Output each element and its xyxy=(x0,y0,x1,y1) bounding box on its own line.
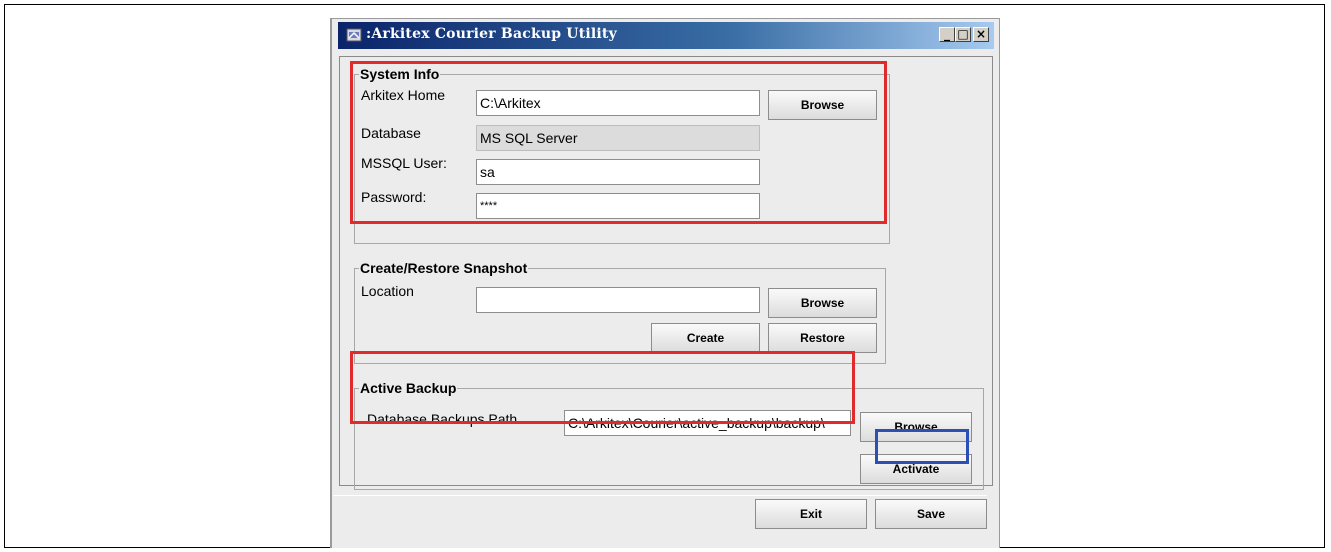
minimize-icon: _ xyxy=(944,27,950,41)
close-icon: × xyxy=(975,27,987,41)
save-button[interactable]: Save xyxy=(875,499,987,529)
location-field[interactable] xyxy=(476,287,760,313)
create-button[interactable]: Create xyxy=(651,323,760,353)
activate-highlight xyxy=(875,429,969,464)
snapshot-browse-button[interactable]: Browse xyxy=(768,288,877,318)
exit-button[interactable]: Exit xyxy=(755,499,867,529)
snapshot-legend: Create/Restore Snapshot xyxy=(359,260,529,276)
maximize-icon: □ xyxy=(957,27,969,41)
window-title: :Arkitex Courier Backup Utility xyxy=(366,26,617,42)
snapshot-group: Create/Restore Snapshot Location Browse … xyxy=(354,260,886,364)
minimize-button[interactable]: _ xyxy=(939,27,955,42)
restore-button[interactable]: Restore xyxy=(768,323,877,353)
title-bar[interactable]: :Arkitex Courier Backup Utility _ □ × xyxy=(338,22,994,49)
system-info-highlight xyxy=(350,61,887,224)
maximize-button[interactable]: □ xyxy=(955,27,971,42)
app-window-icon xyxy=(346,28,362,42)
active-backup-highlight xyxy=(350,351,855,424)
close-button[interactable]: × xyxy=(973,27,989,42)
location-label: Location xyxy=(361,283,414,299)
backup-utility-window: :Arkitex Courier Backup Utility _ □ × Sy… xyxy=(330,18,1000,548)
footer-divider xyxy=(333,495,987,496)
